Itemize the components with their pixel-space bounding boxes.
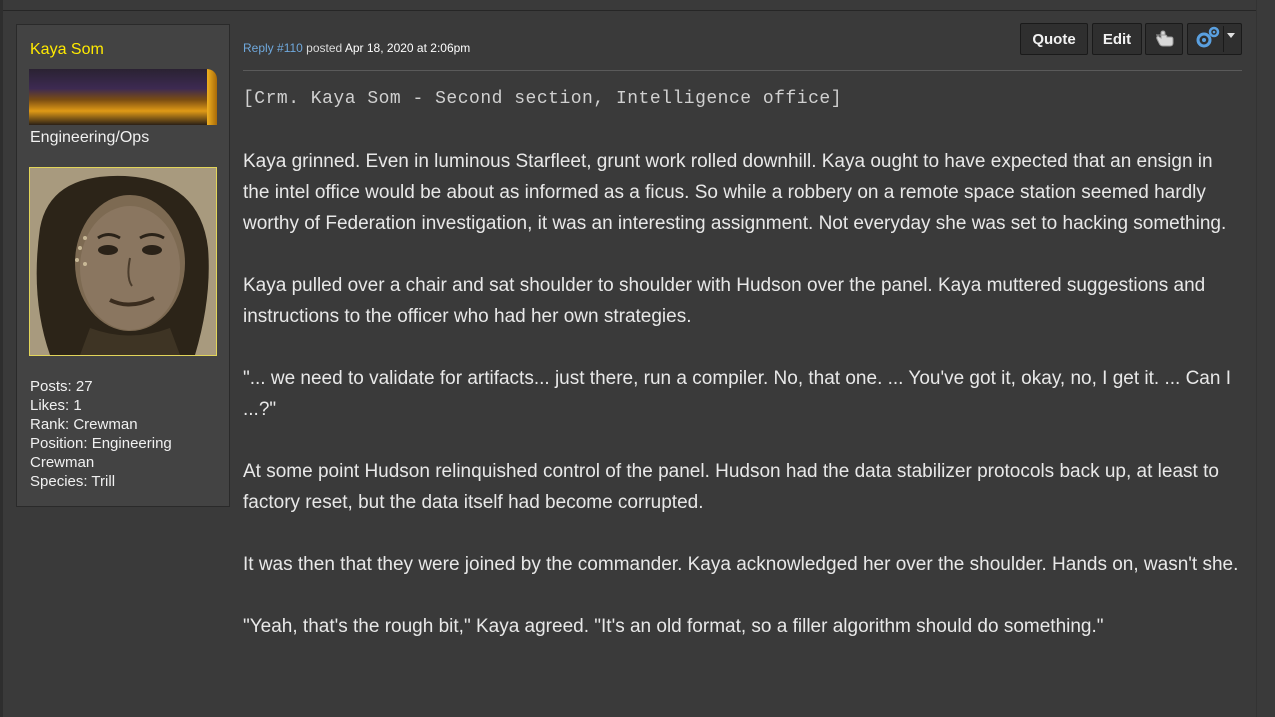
edit-label: Edit	[1102, 30, 1132, 48]
paragraph: It was then that they were joined by the…	[243, 554, 1239, 575]
header-divider	[243, 70, 1242, 71]
dropdown-divider	[1223, 26, 1224, 52]
paragraph: Kaya grinned. Even in luminous Starfleet…	[243, 151, 1227, 234]
post-heading: [Crm. Kaya Som - Second section, Intelli…	[243, 89, 842, 109]
like-button[interactable]	[1145, 23, 1183, 55]
author-stats: Posts: 27 Likes: 1 Rank: Crewman Positio…	[30, 377, 220, 491]
posts-count: Posts: 27	[30, 378, 93, 395]
post-body: [Crm. Kaya Som - Second section, Intelli…	[243, 84, 1243, 673]
quote-button[interactable]: Quote	[1020, 23, 1088, 55]
rank: Rank: Crewman	[30, 416, 138, 433]
paragraph: At some point Hudson relinquished contro…	[243, 461, 1219, 513]
quote-label: Quote	[1032, 30, 1076, 48]
position: Position: Engineering Crewman	[30, 435, 172, 471]
left-edge	[0, 0, 3, 717]
top-border	[0, 0, 1275, 11]
reply-number-link[interactable]: Reply #110	[243, 41, 303, 55]
rank-banner-image	[29, 69, 217, 125]
species: Species: Trill	[30, 473, 116, 490]
author-panel: Kaya Som Engineering/Ops Posts: 27 Likes…	[16, 24, 230, 507]
paragraph: "... we need to validate for artifacts..…	[243, 368, 1231, 420]
author-role: Engineering/Ops	[30, 129, 150, 146]
hand-pointer-icon	[1153, 27, 1175, 51]
paragraph: "Yeah, that's the rough bit," Kaya agree…	[243, 616, 1104, 637]
post-date: Apr 18, 2020 at 2:06pm	[344, 41, 471, 55]
gears-icon	[1194, 25, 1222, 53]
avatar[interactable]	[29, 167, 217, 356]
scrollbar-track[interactable]	[1256, 0, 1275, 717]
edit-button[interactable]: Edit	[1092, 23, 1142, 55]
chevron-down-icon	[1227, 33, 1235, 38]
likes-count: Likes: 1	[30, 397, 82, 414]
posted-label: posted	[306, 41, 343, 55]
paragraph: Kaya pulled over a chair and sat shoulde…	[243, 275, 1206, 327]
author-name[interactable]: Kaya Som	[30, 41, 104, 59]
options-dropdown-button[interactable]	[1187, 23, 1242, 55]
post-meta: Reply #110 posted Apr 18, 2020 at 2:06pm	[243, 41, 470, 55]
